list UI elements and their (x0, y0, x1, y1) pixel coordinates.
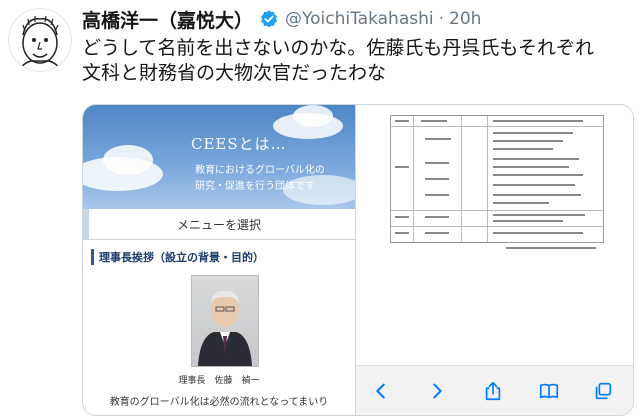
text-line (493, 214, 585, 216)
bookmarks-icon[interactable] (538, 380, 560, 402)
text-line (395, 216, 409, 218)
text-line (493, 148, 553, 150)
text-line (493, 132, 573, 134)
section-title: 理事長挨拶（設立の背景・目的） (91, 249, 355, 265)
media-right-screenshot[interactable] (356, 105, 633, 415)
text-line (425, 216, 449, 218)
avatar[interactable] (8, 8, 72, 72)
cees-title: CEESとは… (191, 135, 287, 153)
handle[interactable]: @YoichiTakahashi (285, 9, 434, 29)
cloud-shape (293, 105, 333, 127)
text-line (493, 184, 575, 186)
text-line (493, 202, 549, 204)
menu-select[interactable]: メニューを選択 (83, 209, 355, 240)
text-line (425, 232, 449, 234)
media-left-screenshot[interactable]: CEESとは… 教育におけるグローバル化の 研究・促進を行う団体です メニューを… (83, 105, 356, 415)
text-line (493, 174, 583, 176)
timestamp[interactable]: 20h (449, 9, 481, 29)
caricature-image (18, 15, 62, 71)
text-line (425, 162, 449, 164)
forward-icon[interactable] (426, 380, 448, 402)
text-line (395, 166, 409, 168)
verified-badge-icon (261, 10, 278, 28)
cees-subtitle-line: 教育におけるグローバル化の (195, 165, 325, 176)
table-divider (413, 116, 414, 242)
text-line (493, 140, 563, 142)
separator-dot: · (438, 9, 445, 29)
tweet-media[interactable]: CEESとは… 教育におけるグローバル化の 研究・促進を行う団体です メニューを… (82, 104, 634, 416)
back-icon[interactable] (370, 380, 392, 402)
browser-toolbar (356, 365, 633, 415)
text-line (493, 220, 563, 222)
text-line (493, 158, 579, 160)
officer-list-table (390, 115, 604, 243)
chairman-photo (191, 275, 259, 367)
cloud-shape (103, 145, 153, 175)
tweet-text: どうして名前を出さないのかな。佐藤氏も丹呉氏もそれぞれ 文科と財務省の大物次官だ… (82, 36, 634, 86)
text-line (493, 232, 583, 234)
table-row-line (391, 126, 603, 127)
tweet-text-line: 文科と財務省の大物次官だったわな (82, 62, 387, 84)
cees-banner: CEESとは… 教育におけるグローバル化の 研究・促進を行う団体です (83, 105, 355, 209)
text-line (421, 120, 447, 122)
intro-text: 教育のグローバル化は必然の流れとなってまいり (109, 397, 329, 408)
text-line (493, 120, 583, 122)
portrait-image (198, 290, 252, 366)
table-row-line (391, 226, 603, 227)
menu-label: メニューを選択 (176, 217, 261, 232)
table-divider (487, 116, 488, 242)
share-icon[interactable] (482, 380, 504, 402)
text-line (395, 120, 409, 122)
table-divider (461, 116, 462, 242)
tweet-header: 高橋洋一（嘉悦大） @YoichiTakahashi · 20h (82, 6, 632, 32)
tabs-icon[interactable] (592, 380, 614, 402)
photo-caption: 理事長 佐藤 禎一 (178, 376, 260, 386)
text-line (425, 178, 449, 180)
cees-subtitle-line: 研究・促進を行う団体です (195, 181, 315, 192)
document-date-line (506, 247, 596, 249)
text-line (493, 166, 569, 168)
text-line (425, 194, 449, 196)
menu-accent-bar (83, 209, 89, 239)
tweet-text-line: どうして名前を出さないのかな。佐藤氏も丹呉氏もそれぞれ (82, 37, 595, 59)
text-line (493, 194, 581, 196)
display-name[interactable]: 高橋洋一（嘉悦大） (82, 6, 253, 33)
table-row-line (391, 210, 603, 211)
text-line (395, 232, 409, 234)
text-line (425, 138, 451, 140)
